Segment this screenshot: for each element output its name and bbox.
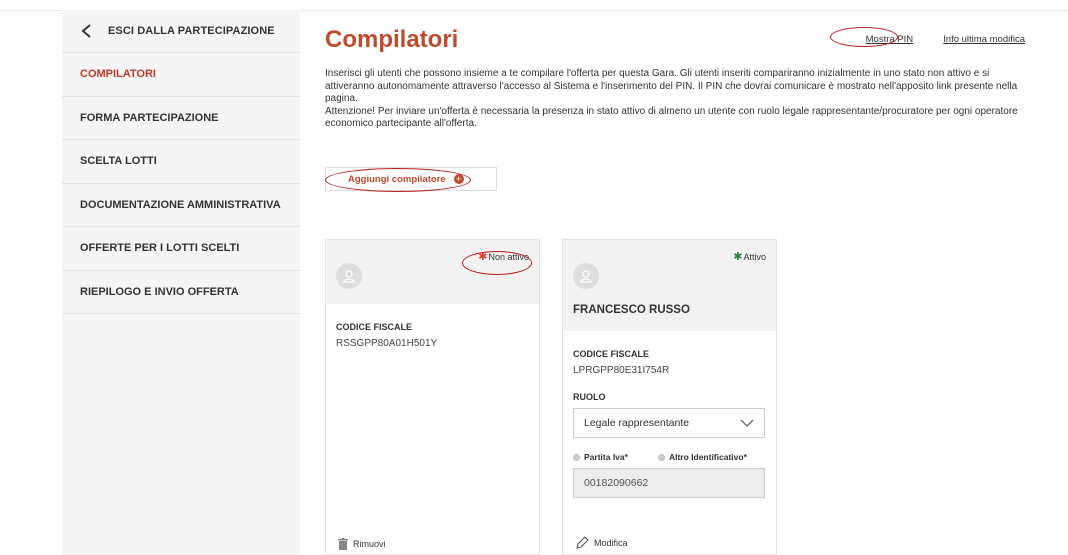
role-label: RUOLO [573,392,606,402]
instructions-text: Inserisci gli utenti che possono insieme… [325,68,1025,131]
sidebar-item-forma-partecipazione[interactable]: FORMA PARTECIPAZIONE [62,97,300,140]
role-select-value: Legale rappresentante [584,417,690,429]
sidebar-item-scelta-lotti[interactable]: SCELTA LOTTI [62,140,300,184]
exit-participation-label: ESCI DALLA PARTECIPAZIONE [108,25,275,37]
status-active-icon: ✱ [733,251,743,263]
radio-dot-icon [573,453,580,461]
compiler-card-active: ✱ Attivo FRANCESCO RUSSO CODICE FISCALE … [562,239,777,555]
remove-label: Rimuovi [353,539,386,549]
status-inactive-icon: ✱ [478,251,488,263]
header-links: Mostra PIN Info ultima modifica [866,34,1025,45]
instructions-paragraph: Inserisci gli utenti che possono insieme… [325,68,1018,104]
radio-partita-iva[interactable]: Partita Iva* [573,452,628,462]
status-badge: ✱ Non attivo [478,250,529,263]
user-icon [580,270,592,283]
last-edit-info-link[interactable]: Info ultima modifica [943,34,1025,45]
fiscal-code-label: CODICE FISCALE [573,349,650,359]
page-title: Compilatori [325,26,459,53]
add-compiler-label: Aggiungi compilatore [348,173,446,185]
edit-button[interactable]: Modifica [575,536,628,550]
radio-partita-iva-label: Partita Iva* [584,452,628,462]
avatar [336,263,362,289]
sidebar-item-compilatori[interactable]: COMPILATORI [62,53,300,97]
fiscal-code-value: LPRGPP80E31I754R [573,365,670,376]
chevron-left-icon [81,24,91,38]
identifier-type-radios: Partita Iva* Altro Identificativo* [573,452,747,462]
sidebar: ESCI DALLA PARTECIPAZIONE COMPILATORI FO… [62,10,300,555]
status-label: Non attivo [488,251,529,262]
avatar [573,263,599,289]
sidebar-item-offerte-lotti[interactable]: OFFERTE PER I LOTTI SCELTI [62,227,300,271]
radio-dot-icon [657,453,665,461]
card-header: ✱ Non attivo [326,240,539,304]
sidebar-item-riepilogo-invio[interactable]: RIEPILOGO E INVIO OFFERTA [62,271,300,314]
exit-participation-button[interactable]: ESCI DALLA PARTECIPAZIONE [62,10,300,53]
sidebar-item-documentazione-amministrativa[interactable]: DOCUMENTAZIONE AMMINISTRATIVA [62,184,300,227]
compiler-name: FRANCESCO RUSSO [573,304,690,316]
status-badge: ✱ Attivo [733,250,766,263]
edit-label: Modifica [594,538,628,548]
card-header: ✱ Attivo FRANCESCO RUSSO [563,240,776,331]
show-pin-link[interactable]: Mostra PIN [866,34,914,45]
remove-button[interactable]: Rimuovi [338,538,386,550]
vat-number-field[interactable]: 00182090662 [573,468,765,498]
status-label: Attivo [743,251,766,262]
compiler-card-inactive: ✱ Non attivo CODICE FISCALE RSSGPP80A01H… [325,239,540,555]
plus-circle-icon: + [453,174,464,184]
fiscal-code-value: RSSGPP80A01H501Y [336,338,438,349]
pencil-icon [576,536,589,549]
radio-altro-label: Altro Identificativo* [668,452,747,462]
user-icon [343,270,355,283]
radio-altro-identificativo[interactable]: Altro Identificativo* [657,452,747,462]
trash-icon [338,538,348,550]
fiscal-code-label: CODICE FISCALE [336,322,413,332]
role-select[interactable]: Legale rappresentante [573,408,765,438]
warning-paragraph: Attenzione! Per inviare un'offerta è nec… [325,105,1018,130]
add-compiler-button[interactable]: Aggiungi compilatore + [325,167,497,191]
chevron-down-icon [740,419,754,427]
